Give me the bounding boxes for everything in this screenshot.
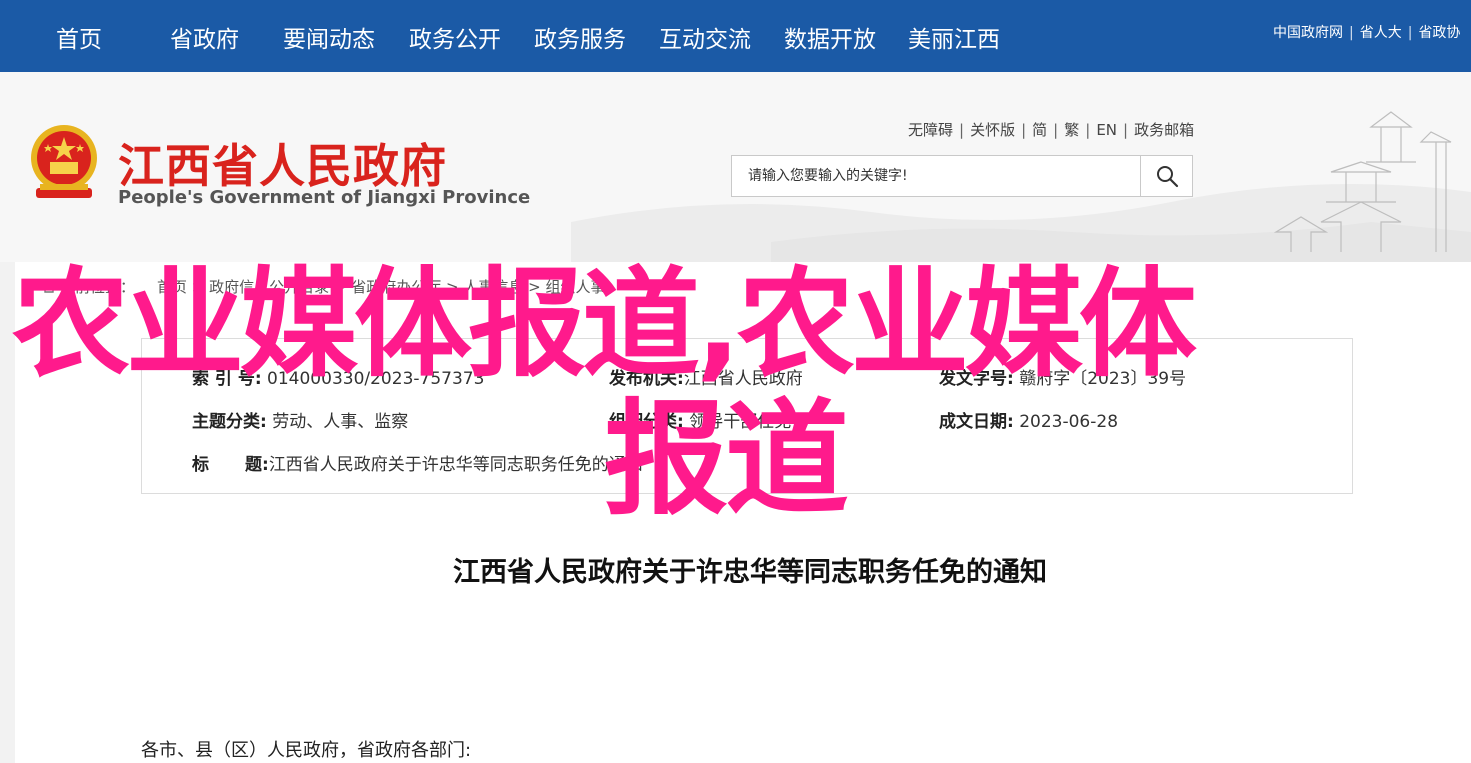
utility-links: 无障碍 | 关怀版 | 简 | 繁 | EN | 政务邮箱: [908, 119, 1194, 140]
site-header: 江西省人民政府 People's Government of Jiangxi P…: [0, 72, 1471, 262]
overlay-text-line-2: 报道: [604, 388, 849, 532]
site-subtitle: People's Government of Jiangxi Province: [118, 187, 531, 208]
external-links: 中国政府网 | 省人大 | 省政协: [1273, 22, 1460, 42]
search-button[interactable]: [1140, 156, 1192, 196]
overlay-text-line-1: 农业媒体报道,农业媒体: [12, 255, 1197, 393]
search-input[interactable]: [732, 156, 1142, 196]
search-icon: [1156, 166, 1178, 188]
meta-date-label: 成文日期:: [939, 412, 1014, 432]
link-care-version[interactable]: 关怀版: [970, 121, 1015, 139]
divider: |: [1021, 121, 1027, 139]
link-english[interactable]: EN: [1096, 121, 1117, 139]
meta-title: 标 题:江西省人民政府关于许忠华等同志职务任免的通知: [192, 450, 643, 475]
nav-item-beautiful-jiangxi[interactable]: 美丽江西: [908, 20, 1000, 54]
link-china-gov[interactable]: 中国政府网: [1273, 25, 1343, 41]
divider: |: [1407, 25, 1413, 41]
search-box: [731, 155, 1193, 197]
meta-topic-value: 劳动、人事、监察: [272, 412, 409, 432]
link-simplified[interactable]: 简: [1032, 121, 1047, 139]
link-traditional[interactable]: 繁: [1064, 121, 1079, 139]
link-provincial-congress[interactable]: 省人大: [1360, 25, 1402, 41]
document-title: 江西省人民政府关于许忠华等同志职务任免的通知: [453, 557, 1047, 588]
divider: |: [1053, 121, 1059, 139]
divider: |: [1349, 25, 1354, 41]
nav-item-gov-services[interactable]: 政务服务: [534, 20, 626, 54]
nav-item-provincial-gov[interactable]: 省政府: [170, 20, 239, 54]
document-salutation: 各市、县（区）人民政府，省政府各部门:: [141, 740, 472, 761]
nav-item-home[interactable]: 首页: [56, 20, 102, 54]
meta-topic-label: 主题分类:: [192, 412, 267, 432]
meta-title-label-1: 标: [192, 455, 209, 475]
link-provincial-cppcc[interactable]: 省政协: [1418, 25, 1460, 41]
meta-title-label-2: 题:: [245, 455, 269, 475]
meta-topic: 主题分类: 劳动、人事、监察: [192, 407, 408, 432]
link-accessibility[interactable]: 无障碍: [908, 121, 953, 139]
nav-item-open-data[interactable]: 数据开放: [784, 20, 876, 54]
meta-date-value: 2023-06-28: [1019, 412, 1119, 432]
divider: |: [1123, 121, 1129, 139]
meta-title-value: 江西省人民政府关于许忠华等同志职务任免的通知: [268, 455, 643, 475]
national-emblem-icon: [31, 125, 97, 198]
meta-date: 成文日期: 2023-06-28: [939, 407, 1118, 432]
nav-item-interaction[interactable]: 互动交流: [659, 20, 751, 54]
nav-item-news[interactable]: 要闻动态: [283, 20, 375, 54]
nav-item-gov-affairs-public[interactable]: 政务公开: [409, 20, 501, 54]
top-nav: 首页 省政府 要闻动态 政务公开 政务服务 互动交流 数据开放 美丽江西 中国政…: [0, 0, 1471, 72]
link-gov-mailbox[interactable]: 政务邮箱: [1134, 121, 1194, 139]
divider: |: [1085, 121, 1091, 139]
divider: |: [959, 121, 965, 139]
